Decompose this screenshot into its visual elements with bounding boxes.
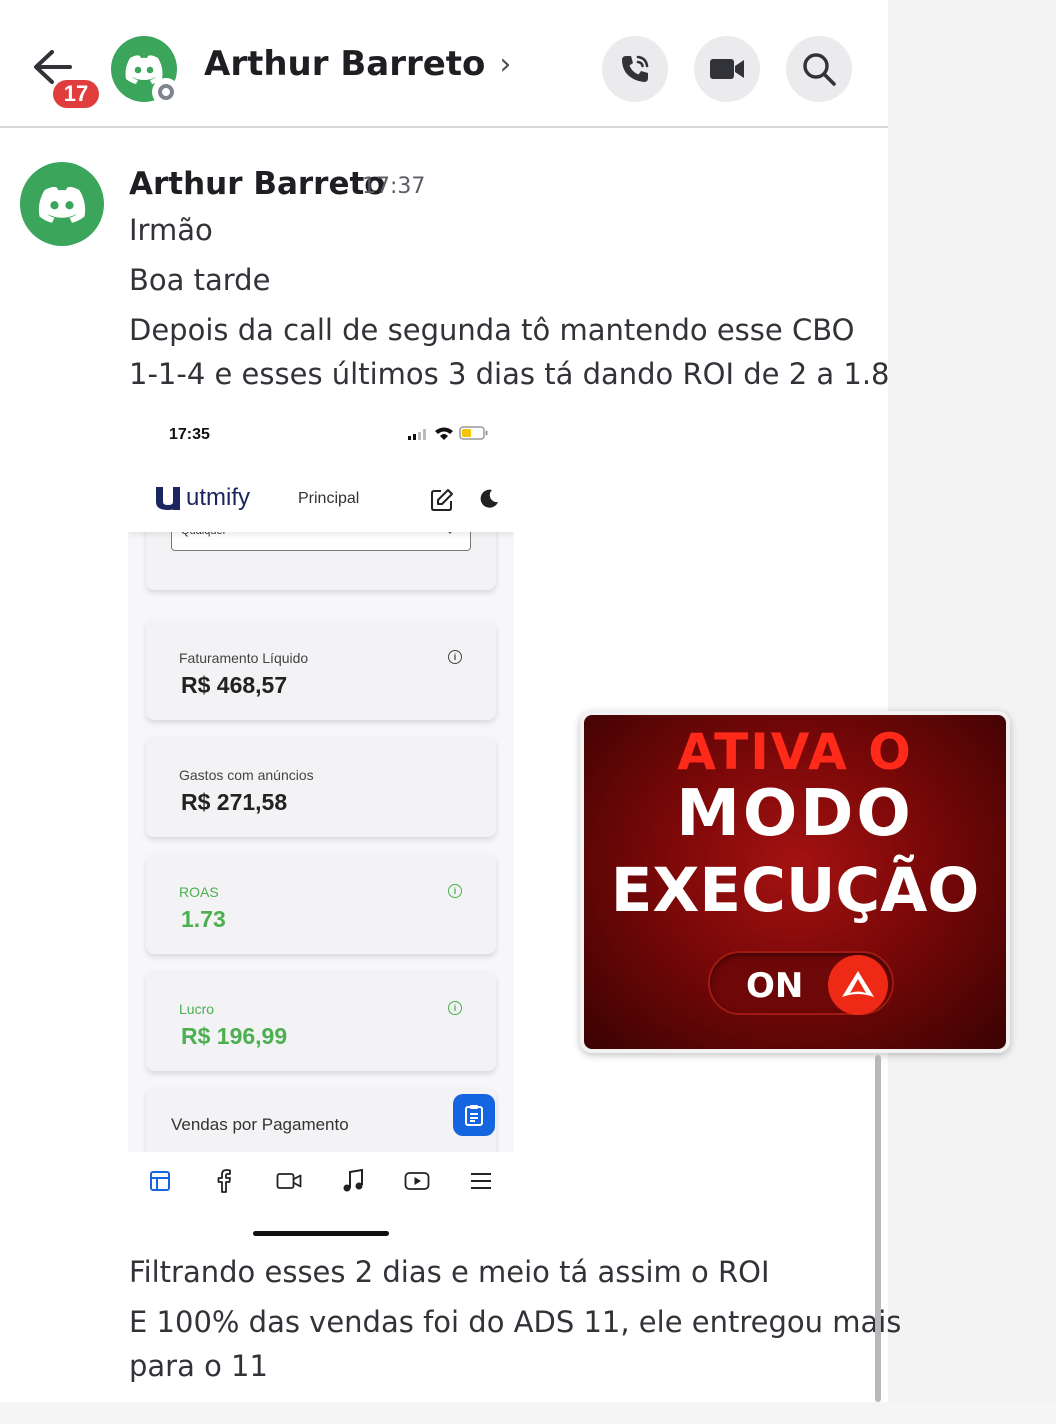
toggle-on-label: ON bbox=[746, 966, 804, 1006]
tab-tiktok[interactable] bbox=[338, 1166, 368, 1196]
sticker-line-1: ATIVA O bbox=[677, 723, 913, 781]
tab-youtube[interactable] bbox=[402, 1166, 432, 1196]
message-author[interactable]: Arthur Barreto bbox=[129, 166, 386, 202]
message-text: Boa tarde bbox=[129, 263, 271, 297]
metric-card-roas: ROAS 1.73 i bbox=[146, 854, 496, 954]
voice-call-button[interactable] bbox=[602, 36, 668, 102]
utmify-logo-icon bbox=[156, 487, 180, 510]
discord-logo-icon bbox=[38, 186, 86, 223]
video-camera-icon bbox=[710, 59, 744, 79]
sticker-line-2: MODO bbox=[676, 777, 914, 851]
triangle-logo-icon bbox=[842, 971, 874, 997]
message-timestamp: 17:37 bbox=[362, 174, 426, 199]
phone-call-icon bbox=[622, 55, 649, 82]
home-indicator bbox=[253, 1231, 389, 1236]
metric-value: R$ 271,58 bbox=[181, 789, 288, 815]
info-icon[interactable]: i bbox=[448, 1001, 462, 1015]
tab-facebook[interactable] bbox=[209, 1166, 239, 1196]
toggle-knob bbox=[828, 955, 888, 1015]
metric-value: R$ 196,99 bbox=[181, 1023, 288, 1049]
metric-label: Gastos com anúncios bbox=[179, 767, 314, 783]
scrollbar[interactable] bbox=[875, 1055, 881, 1402]
bottom-strip bbox=[0, 1402, 1056, 1424]
metric-value: R$ 468,57 bbox=[181, 672, 288, 698]
chevron-right-icon: › bbox=[499, 46, 512, 82]
metric-label: Faturamento Líquido bbox=[179, 650, 309, 666]
nav-principal-link[interactable]: Principal bbox=[298, 490, 359, 508]
utmify-logo[interactable]: utmify bbox=[154, 484, 250, 512]
status-time: 17:35 bbox=[169, 426, 210, 443]
image-attachment-screenshot[interactable]: 17:35 utmify Principal Qualquer Faturame… bbox=[128, 410, 514, 1244]
metric-label: ROAS bbox=[179, 884, 219, 900]
app-bottom-nav bbox=[128, 1152, 514, 1244]
metric-card-lucro: Lucro R$ 196,99 i bbox=[146, 971, 496, 1071]
edit-icon[interactable] bbox=[430, 488, 454, 512]
tab-menu[interactable] bbox=[466, 1166, 496, 1196]
signal-icon bbox=[408, 429, 426, 440]
sticker-modo-execucao[interactable]: ATIVA O MODO EXECUÇÃO ON bbox=[580, 711, 1010, 1053]
metric-value: 1.73 bbox=[181, 906, 226, 932]
dashboard-icon bbox=[150, 1171, 170, 1191]
search-icon bbox=[803, 53, 836, 86]
wifi-icon bbox=[435, 427, 453, 440]
metric-label: Lucro bbox=[179, 1001, 215, 1017]
section-title: Vendas por Pagamento bbox=[171, 1115, 349, 1134]
app-top-bar: utmify Principal bbox=[128, 460, 514, 532]
video-call-button[interactable] bbox=[694, 36, 760, 102]
message-text: Filtrando esses 2 dias e meio tá assim o… bbox=[129, 1255, 770, 1289]
chat-header: 17 Arthur Barreto › bbox=[0, 0, 888, 128]
message-author-avatar[interactable] bbox=[20, 162, 104, 246]
clipboard-button[interactable] bbox=[453, 1094, 495, 1136]
search-button[interactable] bbox=[786, 36, 852, 102]
message-text: para o 11 bbox=[129, 1349, 268, 1383]
music-note-icon bbox=[343, 1169, 363, 1192]
message-text: E 100% das vendas foi do ADS 11, ele ent… bbox=[129, 1305, 902, 1339]
metric-card-gastos: Gastos com anúncios R$ 271,58 bbox=[146, 737, 496, 837]
moon-icon[interactable] bbox=[478, 488, 500, 510]
info-icon[interactable]: i bbox=[448, 884, 462, 898]
facebook-icon bbox=[217, 1169, 231, 1193]
unread-badge: 17 bbox=[50, 77, 102, 111]
battery-icon bbox=[459, 426, 488, 440]
phone-status-bar: 17:35 bbox=[128, 410, 514, 460]
video-icon bbox=[276, 1173, 302, 1189]
metric-card-faturamento: Faturamento Líquido R$ 468,57 i bbox=[146, 620, 496, 720]
contact-name: Arthur Barreto bbox=[204, 44, 486, 84]
chat-window: 17 Arthur Barreto › Arthur Barreto 17:37… bbox=[0, 0, 1010, 1424]
tab-dashboard[interactable] bbox=[145, 1166, 175, 1196]
sticker-toggle: ON bbox=[708, 951, 894, 1015]
contact-name-button[interactable]: Arthur Barreto › bbox=[204, 44, 511, 84]
app-name: utmify bbox=[186, 484, 251, 511]
sticker-line-3: EXECUÇÃO bbox=[610, 855, 980, 926]
message-text: Irmão bbox=[129, 213, 213, 247]
youtube-icon bbox=[404, 1172, 430, 1190]
clipboard-icon bbox=[465, 1105, 483, 1126]
tab-video[interactable] bbox=[274, 1166, 304, 1196]
offline-status-indicator bbox=[152, 78, 180, 106]
message-text: Depois da call de segunda tô mantendo es… bbox=[129, 313, 855, 347]
info-icon[interactable]: i bbox=[448, 650, 462, 664]
message-text: 1-1-4 e esses últimos 3 dias tá dando RO… bbox=[129, 357, 890, 391]
menu-icon bbox=[471, 1173, 491, 1189]
